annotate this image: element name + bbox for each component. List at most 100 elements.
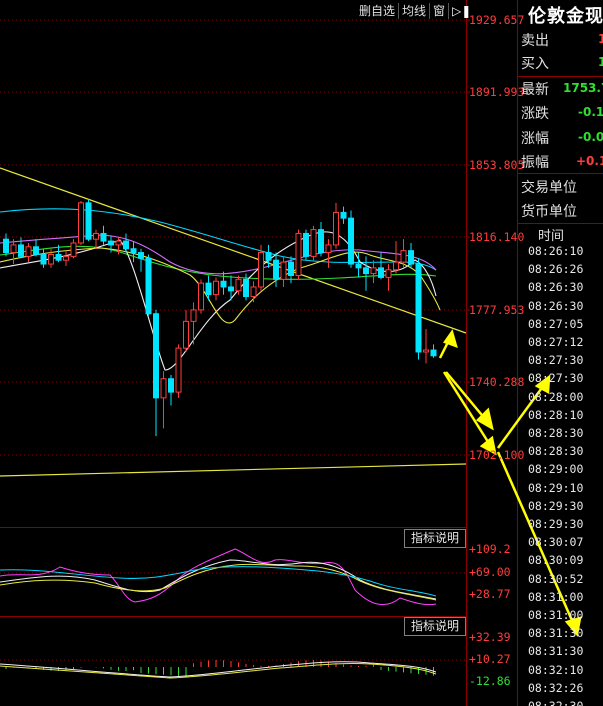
delete-self-select-button[interactable]: 删自选 (356, 3, 400, 19)
candle-up (63, 255, 69, 261)
tick-time-item: 08:26:30 (528, 280, 584, 295)
tick-time-item: 08:26:10 (528, 244, 584, 258)
candle-up (198, 282, 204, 311)
last-price-label: 最新 (521, 82, 549, 98)
candle-down (340, 211, 347, 219)
tick-time-header: 时间 (538, 229, 565, 244)
ind1-line-yellow (0, 563, 437, 601)
price-axis-label: 1853.805 (469, 158, 525, 172)
candle-down (100, 232, 107, 242)
instrument-title: 伦敦金现 (528, 6, 603, 27)
trade-unit-label: 交易单位 (521, 180, 577, 196)
tick-time-item: 08:30:52 (528, 571, 584, 586)
candlestick-series (3, 199, 437, 437)
price-grid (0, 19, 466, 661)
candle-up (78, 202, 84, 244)
price-axis-label: 1702.100 (469, 448, 525, 462)
tick-time-item: 08:32:26 (528, 680, 584, 695)
candle-down (303, 232, 309, 257)
candle-down (378, 267, 384, 278)
candle-up (250, 286, 257, 298)
candle-down (168, 378, 174, 393)
sell-label: 卖出 (521, 33, 549, 49)
candle-down (355, 263, 362, 269)
candle-down (145, 257, 152, 315)
candle-up (310, 229, 317, 257)
candle-up (280, 261, 287, 280)
tick-time-item: 08:28:00 (528, 389, 584, 404)
trend-line-support (0, 463, 467, 477)
sell-value: 1 (598, 32, 603, 46)
candle-up (213, 280, 219, 296)
ma-line-white (0, 231, 437, 371)
arrow-head-up-small (443, 329, 458, 349)
indicator2-axis-label: -12.86 (469, 674, 511, 688)
candle-up (400, 250, 407, 263)
candle-down (108, 240, 114, 246)
tick-time-item: 08:28:30 (528, 426, 584, 440)
price-axis-label: 1740.288 (469, 375, 525, 389)
candle-up (423, 349, 429, 353)
moving-average-button[interactable]: 均线 (399, 3, 431, 19)
candle-up (393, 261, 399, 271)
candle-down (228, 286, 234, 292)
tick-time-item: 08:26:30 (528, 298, 584, 313)
buy-label: 买入 (521, 56, 549, 72)
candle-up (175, 347, 182, 393)
indicator1-help-button[interactable]: 指标说明 (404, 529, 466, 548)
quote-panel: 伦敦金现 卖出 1 买入 1 最新 1753.7 涨跌 -0.1 涨幅 -0.0… (518, 0, 603, 706)
tick-time-item: 08:27:05 (528, 316, 584, 331)
tick-time-item: 08:31:00 (528, 608, 584, 622)
candle-up (190, 309, 197, 322)
candle-down (130, 248, 137, 254)
candle-down (243, 278, 249, 298)
tick-time-item: 08:30:09 (528, 553, 584, 568)
candle-down (220, 280, 227, 288)
ind1-line-white (0, 559, 437, 600)
ind1-line-cyan (0, 566, 437, 597)
tick-time-item: 08:29:30 (528, 517, 584, 531)
candle-up (370, 267, 377, 275)
candle-up (333, 211, 339, 246)
ind1-line-magenta (0, 548, 437, 606)
buy-value: 1 (598, 55, 603, 69)
indicator1-axis-label: +69.00 (469, 565, 511, 579)
candle-down (348, 217, 354, 265)
tick-time-item: 08:26:26 (528, 262, 584, 277)
last-price-value: 1753.7 (563, 81, 603, 95)
candle-up (160, 378, 167, 399)
candle-up (235, 278, 242, 292)
candle-down (318, 229, 324, 254)
window-button[interactable]: 窗 (430, 3, 450, 19)
candle-up (10, 244, 17, 254)
tick-time-item: 08:29:10 (528, 480, 584, 495)
candle-down (430, 349, 437, 357)
candle-down (55, 253, 62, 261)
change-value: -0.1 (578, 105, 603, 119)
indicator1-axis-label: +109.2 (469, 542, 511, 556)
amplitude-label: 振幅 (521, 155, 549, 171)
tick-time-item: 08:29:30 (528, 498, 584, 513)
tick-time-item: 08:28:30 (528, 444, 584, 459)
candle-down (85, 202, 92, 240)
candle-up (385, 269, 392, 278)
candle-down (138, 252, 144, 259)
price-axis-label: 1891.993 (469, 85, 525, 99)
candle-down (363, 267, 369, 275)
currency-unit-label: 货币单位 (521, 204, 577, 220)
candle-up (70, 242, 77, 257)
candle-down (3, 238, 9, 254)
ma-line-cyan (0, 208, 437, 271)
candle-down (33, 246, 39, 255)
tick-time-item: 08:28:10 (528, 407, 584, 422)
price-axis-label: 1816.140 (469, 230, 525, 244)
amplitude-value: +0.1 (576, 154, 603, 168)
indicator2-help-button[interactable]: 指标说明 (404, 617, 466, 636)
moving-averages (0, 208, 441, 371)
tick-time-item: 08:27:30 (528, 371, 584, 386)
change-pct-label: 涨幅 (521, 131, 549, 147)
candle-down (273, 259, 279, 280)
tick-time-item: 08:29:00 (528, 462, 584, 477)
change-pct-value: -0.0 (578, 130, 603, 144)
tick-time-item: 08:32:30 (528, 699, 584, 706)
